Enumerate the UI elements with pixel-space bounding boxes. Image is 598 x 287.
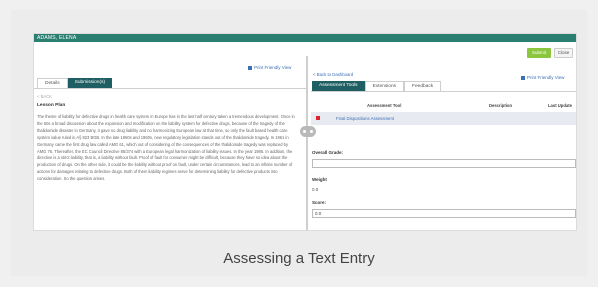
- weight-value: 0.0: [312, 187, 319, 192]
- back-to-dashboard-link[interactable]: < Back to Dashboard: [313, 72, 353, 77]
- figure-caption: Assessing a Text Entry: [223, 250, 375, 267]
- back-link[interactable]: < BACK: [37, 94, 52, 99]
- student-header-bar: ADAMS, ELENA: [34, 34, 576, 42]
- submission-text: The theme of liability for defective dru…: [37, 114, 295, 182]
- tab-submissions[interactable]: Submission(s): [67, 78, 113, 88]
- tab-assessment-tools[interactable]: Assessment Tools: [312, 81, 365, 91]
- tab-details[interactable]: Details: [37, 78, 68, 88]
- assessment-table-header: Assessment Tool Description Last Update: [311, 101, 576, 110]
- score-input[interactable]: 0.0: [312, 209, 576, 218]
- column-header-tool: Assessment Tool: [367, 103, 402, 108]
- printer-icon: [248, 65, 252, 70]
- close-button[interactable]: Close: [554, 48, 573, 58]
- app-screenshot: ADAMS, ELENA Submit Close Print Friendly…: [33, 33, 577, 231]
- tab-feedback[interactable]: Feedback: [404, 81, 442, 91]
- print-friendly-label: Print Friendly View: [527, 75, 565, 80]
- overall-grade-input[interactable]: [312, 159, 576, 168]
- left-pane: Print Friendly View Details Submission(s…: [34, 62, 306, 230]
- print-friendly-label: Print Friendly View: [254, 65, 292, 70]
- right-tabs: Assessment Tools Extensions Feedback: [312, 81, 442, 91]
- right-pane: < Back to Dashboard Print Friendly View …: [311, 62, 576, 230]
- tab-extensions[interactable]: Extensions: [364, 81, 405, 91]
- weight-label: Weight: [312, 177, 327, 182]
- table-row: Final Dispositions Assessment: [311, 112, 576, 125]
- column-header-last-update: Last Update: [548, 103, 572, 108]
- action-buttons: Submit Close: [527, 48, 573, 58]
- left-tabs: Details Submission(s): [37, 78, 113, 88]
- printer-icon: [521, 75, 525, 80]
- submit-button[interactable]: Submit: [527, 48, 551, 58]
- lesson-title: Lesson Plan: [37, 103, 66, 108]
- tab-underline: [311, 91, 576, 92]
- overall-grade-label: Overall Grade:: [312, 150, 344, 155]
- print-friendly-link-left[interactable]: Print Friendly View: [248, 65, 291, 70]
- score-label: Score:: [312, 200, 327, 205]
- column-header-description: Description: [489, 103, 513, 108]
- tab-underline: [34, 88, 306, 89]
- flag-icon: [316, 116, 320, 120]
- student-name: ADAMS, ELENA: [37, 35, 77, 41]
- assessment-tool-link[interactable]: Final Dispositions Assessment: [336, 116, 394, 121]
- pane-divider[interactable]: [306, 56, 308, 230]
- print-friendly-link-right[interactable]: Print Friendly View: [521, 75, 564, 80]
